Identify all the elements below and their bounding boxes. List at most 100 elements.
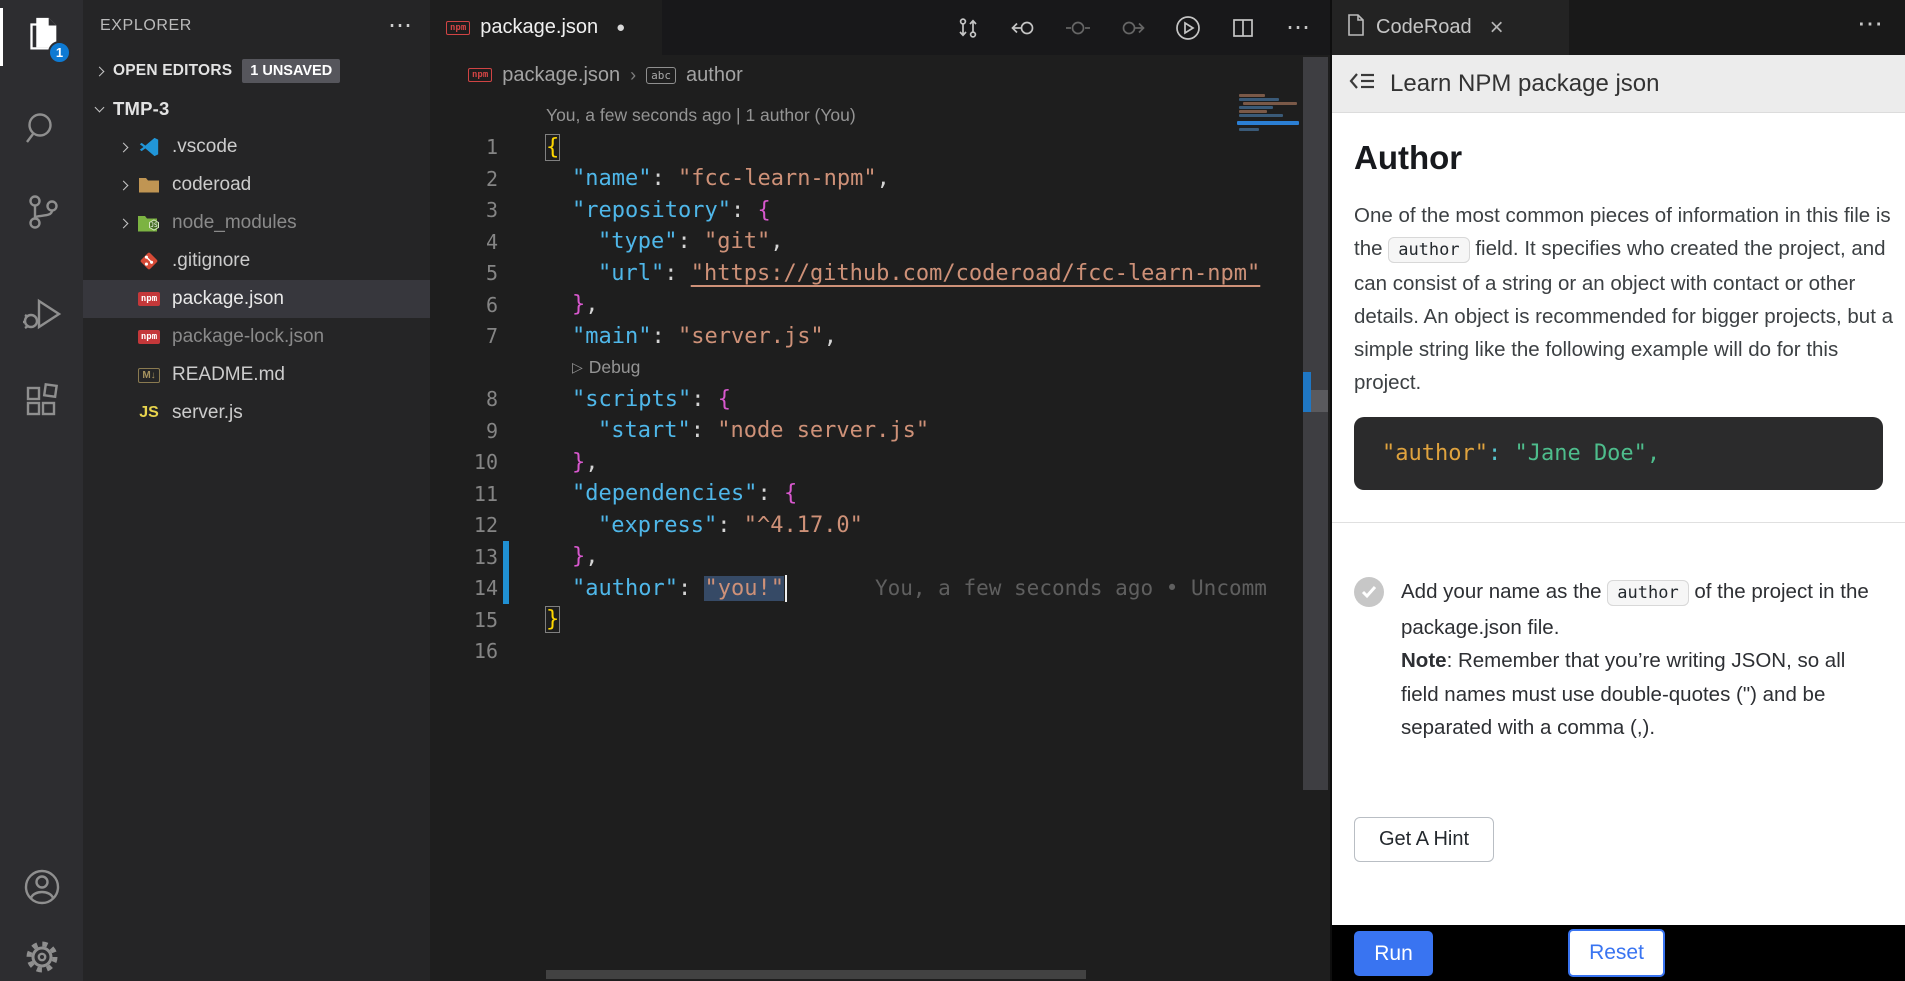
code-line-11[interactable]: 11"dependencies": { (430, 478, 1330, 510)
explorer-sidebar: EXPLORER ⋯ OPEN EDITORS 1 UNSAVED TMP-3 … (83, 0, 430, 981)
navigate-back-icon[interactable] (1009, 14, 1037, 42)
code-line-16[interactable]: 16 (430, 636, 1330, 668)
minimap[interactable] (1237, 94, 1299, 138)
gutter-spacer (503, 510, 509, 542)
run-button[interactable]: Run (1354, 931, 1433, 976)
tree-item-readme-md[interactable]: M↓README.md (83, 356, 430, 394)
back-to-lessons-icon[interactable] (1348, 68, 1376, 99)
get-hint-button[interactable]: Get A Hint (1354, 817, 1494, 862)
tab-coderoad[interactable]: CodeRoad × (1332, 0, 1569, 55)
code-line-15[interactable]: 15} (430, 604, 1330, 636)
breadcrumb-file[interactable]: package.json (502, 64, 620, 87)
file-label: package-lock.json (172, 326, 324, 348)
code-line-3[interactable]: 3"repository": { (430, 195, 1330, 227)
explorer-more-actions-icon[interactable]: ⋯ (388, 21, 412, 31)
open-editors-section[interactable]: OPEN EDITORS 1 UNSAVED (83, 52, 430, 90)
vscode-window: 1 (0, 0, 1905, 981)
breakpoint-circle-icon[interactable] (1064, 14, 1092, 42)
code-line-5[interactable]: 5"url": "https://github.com/coderoad/fcc… (430, 258, 1330, 290)
horizontal-scrollbar[interactable] (546, 970, 1086, 979)
code-line-14[interactable]: 14"author": "you!"You, a few seconds ago… (430, 573, 1330, 605)
navigate-forward-icon[interactable] (1119, 14, 1147, 42)
line-number: 16 (430, 639, 498, 663)
inline-code-chip: author (1388, 237, 1469, 263)
line-number: 8 (430, 387, 498, 411)
reset-button[interactable]: Reset (1568, 929, 1665, 977)
search-icon (22, 109, 62, 154)
close-icon[interactable]: × (1490, 14, 1504, 42)
gutter-spacer (503, 132, 509, 164)
chevron-right-icon (113, 182, 133, 189)
tree-item-server-js[interactable]: JSserver.js (83, 394, 430, 432)
source-control-icon (22, 192, 62, 237)
unsaved-count-badge: 1 (48, 41, 71, 64)
vscode-icon (135, 136, 163, 158)
tree-item-node-modules[interactable]: JSnode_modules (83, 204, 430, 242)
search-activity-button[interactable] (0, 100, 83, 162)
split-editor-icon[interactable] (1229, 14, 1257, 42)
dirty-indicator-icon: ● (616, 19, 625, 36)
code-line-13[interactable]: 13}, (430, 541, 1330, 573)
tree-item--vscode[interactable]: .vscode (83, 128, 430, 166)
code-editor[interactable]: You, a few seconds ago | 1 author (You)1… (430, 95, 1330, 981)
text-cursor (785, 575, 787, 602)
explorer-title: EXPLORER (100, 17, 388, 35)
account-button[interactable] (0, 858, 83, 920)
code-line-2[interactable]: 2"name": "fcc-learn-npm", (430, 163, 1330, 195)
code-line-1[interactable]: 1{ (430, 132, 1330, 164)
panel-more-actions-icon[interactable]: ⋯ (1857, 8, 1883, 39)
workspace-root-folder[interactable]: TMP-3 (83, 90, 430, 128)
code-line-4[interactable]: 4"type": "git", (430, 226, 1330, 258)
file-label: coderoad (172, 174, 251, 196)
explorer-activity-button[interactable]: 1 (0, 6, 83, 68)
modified-gutter-marker (503, 541, 509, 573)
gutter-spacer (503, 447, 509, 479)
code-line-9[interactable]: 9"start": "node server.js" (430, 415, 1330, 447)
gutter-spacer (503, 415, 509, 447)
breadcrumb-symbol[interactable]: author (686, 64, 743, 87)
code-line-10[interactable]: 10}, (430, 447, 1330, 479)
tutorial-content: Author One of the most common pieces of … (1332, 113, 1905, 925)
svg-text:JS: JS (150, 222, 158, 229)
editor-group: npm package.json ● (430, 0, 1330, 981)
tree-item-package-lock-json[interactable]: npmpackage-lock.json (83, 318, 430, 356)
codelens[interactable]: ▷Debug (430, 352, 1330, 384)
task-item: Add your name as the author of the proje… (1354, 575, 1883, 745)
line-number: 2 (430, 167, 498, 191)
coderoad-tab-label: CodeRoad (1376, 16, 1472, 39)
npm-icon: npm (468, 68, 492, 82)
code-line-8[interactable]: 8"scripts": { (430, 384, 1330, 416)
extensions-activity-button[interactable] (0, 372, 83, 434)
tree-item-coderoad[interactable]: coderoad (83, 166, 430, 204)
editor-more-actions-icon[interactable]: ⋯ (1284, 14, 1312, 42)
tree-item--gitignore[interactable]: .gitignore (83, 242, 430, 280)
open-editors-label: OPEN EDITORS (113, 62, 232, 80)
editor-tab-bar: npm package.json ● (430, 0, 1330, 55)
open-changes-icon[interactable] (954, 14, 982, 42)
line-number: 4 (430, 230, 498, 254)
run-debug-activity-button[interactable] (0, 285, 83, 347)
code-line-12[interactable]: 12"express": "^4.17.0" (430, 510, 1330, 542)
tab-package-json[interactable]: npm package.json ● (430, 0, 662, 55)
gutter-spacer (503, 163, 509, 195)
js-icon: JS (135, 402, 163, 424)
settings-button[interactable] (0, 928, 83, 981)
tab-label: package.json (480, 16, 598, 39)
inline-code-chip: author (1607, 580, 1688, 606)
divider (1332, 522, 1905, 523)
tree-item-package-json[interactable]: npmpackage.json (83, 280, 430, 318)
run-file-icon[interactable] (1174, 14, 1202, 42)
gutter-spacer (503, 289, 509, 321)
vertical-scrollbar[interactable] (1303, 57, 1328, 790)
code-line-7[interactable]: 7"main": "server.js", (430, 321, 1330, 353)
chevron-right-icon (89, 68, 109, 75)
overview-thumb-marker (1311, 390, 1328, 412)
codelens[interactable]: You, a few seconds ago | 1 author (You) (430, 100, 1330, 132)
account-icon (21, 866, 63, 913)
gutter-spacer (503, 195, 509, 227)
code-line-6[interactable]: 6}, (430, 289, 1330, 321)
source-control-activity-button[interactable] (0, 183, 83, 245)
line-number: 5 (430, 261, 498, 285)
gutter-spacer (503, 226, 509, 258)
line-number: 15 (430, 608, 498, 632)
